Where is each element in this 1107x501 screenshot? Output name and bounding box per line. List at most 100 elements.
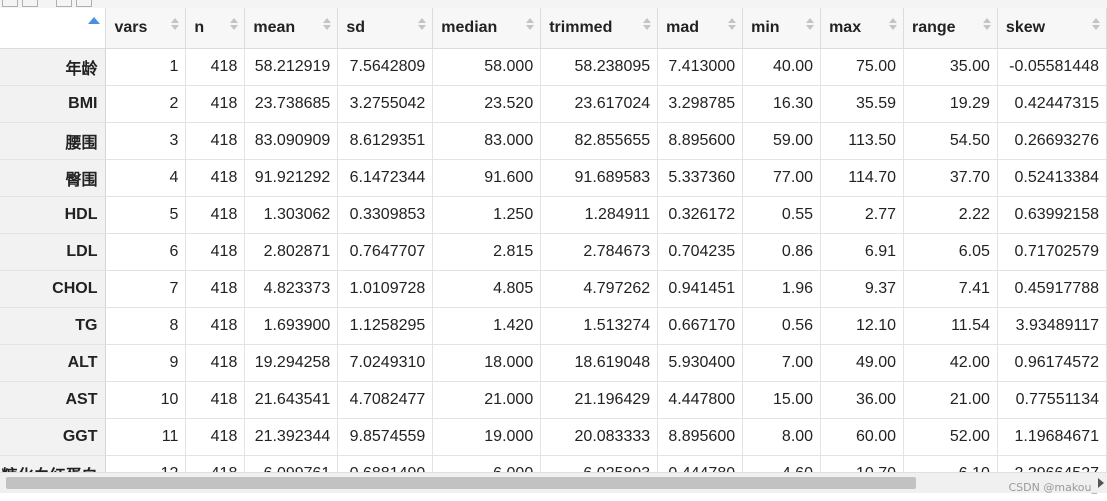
column-header-median[interactable]: median (432, 8, 542, 49)
sort-updown-icon[interactable] (171, 16, 180, 36)
cell-vars: 12 (105, 455, 187, 472)
column-header-range[interactable]: range (903, 8, 998, 49)
column-header-min[interactable]: min (742, 8, 822, 49)
sort-updown-icon[interactable] (526, 16, 535, 36)
cell-n: 418 (185, 344, 246, 382)
cell-mad: 5.930400 (657, 344, 744, 382)
column-header-mean[interactable]: mean (244, 8, 339, 49)
cell-trimmed: 82.855655 (540, 122, 659, 160)
sort-updown-icon[interactable] (643, 16, 652, 36)
cell-n: 418 (185, 85, 246, 123)
cell-sd: 4.7082477 (337, 381, 434, 419)
corner-header[interactable] (0, 8, 107, 49)
cell-mean: 23.738685 (244, 85, 339, 123)
cell-vars: 1 (105, 48, 187, 86)
cell-n: 418 (185, 455, 246, 472)
cell-skew: 0.63992158 (997, 196, 1107, 234)
cell-trimmed: 91.689583 (540, 159, 659, 197)
cell-n: 418 (185, 233, 246, 271)
cell-median: 4.805 (432, 270, 542, 308)
toolbar-icon-4[interactable] (76, 0, 92, 7)
cell-range: 21.00 (903, 381, 998, 419)
chevron-right-icon[interactable] (1098, 478, 1104, 488)
sort-updown-icon[interactable] (728, 16, 737, 36)
cell-trimmed: 20.083333 (540, 418, 659, 456)
table-row: 腰围 3 418 83.090909 8.6129351 83.000 82.855655 8… (0, 122, 1107, 160)
toolbar-icon-3[interactable] (56, 0, 72, 7)
cell-median: 83.000 (432, 122, 542, 160)
cell-trimmed: 6.025893 (540, 455, 659, 472)
column-header-label: mad (666, 19, 700, 36)
sort-updown-icon[interactable] (230, 16, 239, 36)
cell-mad: 7.413000 (657, 48, 744, 86)
column-header-vars[interactable]: vars (105, 8, 187, 49)
cell-median: 91.600 (432, 159, 542, 197)
horizontal-scrollbar[interactable] (0, 472, 1107, 493)
cell-range: 11.54 (903, 307, 998, 345)
column-header-max[interactable]: max (820, 8, 904, 49)
cell-max: 36.00 (820, 381, 904, 419)
cell-skew: 0.52413384 (997, 159, 1107, 197)
column-header-trimmed[interactable]: trimmed (540, 8, 659, 49)
sort-updown-icon[interactable] (418, 16, 427, 36)
cell-median: 6.000 (432, 455, 542, 472)
cell-sd: 7.0249310 (337, 344, 434, 382)
cell-vars: 8 (105, 307, 187, 345)
cell-vars: 2 (105, 85, 187, 123)
toolbar-icon-1[interactable] (2, 0, 18, 7)
cell-range: 6.05 (903, 233, 998, 271)
table-row: 年龄 1 418 58.212919 7.5642809 58.000 58.238095 7… (0, 48, 1107, 86)
column-header-label: mean (253, 19, 296, 36)
column-header-mad[interactable]: mad (657, 8, 744, 49)
cell-n: 418 (185, 48, 246, 86)
row-name: TG (0, 307, 107, 345)
cell-range: 35.00 (903, 48, 998, 86)
column-header-n[interactable]: n (185, 8, 246, 49)
cell-vars: 9 (105, 344, 187, 382)
cell-median: 58.000 (432, 48, 542, 86)
toolbar-icon-2[interactable] (22, 0, 38, 7)
cell-mean: 6.099761 (244, 455, 339, 472)
table-row: AST 10 418 21.643541 4.7082477 21.000 21.19642… (0, 381, 1107, 419)
cell-mean: 58.212919 (244, 48, 339, 86)
row-name: GGT (0, 418, 107, 456)
cell-skew: 0.71702579 (997, 233, 1107, 271)
cell-max: 35.59 (820, 85, 904, 123)
cell-vars: 6 (105, 233, 187, 271)
sort-updown-icon[interactable] (1092, 16, 1100, 36)
cell-skew: 3.93489117 (997, 307, 1107, 345)
cell-n: 418 (185, 307, 246, 345)
sort-updown-icon[interactable] (982, 16, 991, 36)
cell-sd: 1.0109728 (337, 270, 434, 308)
column-header-label: range (912, 19, 956, 36)
column-header-sd[interactable]: sd (337, 8, 434, 49)
sort-ascending-icon[interactable] (88, 17, 100, 24)
cell-skew: 0.45917788 (997, 270, 1107, 308)
cell-min: 8.00 (742, 418, 822, 456)
cell-min: 0.86 (742, 233, 822, 271)
cell-range: 42.00 (903, 344, 998, 382)
cell-trimmed: 1.284911 (540, 196, 659, 234)
cell-min: 4.60 (742, 455, 822, 472)
sort-updown-icon[interactable] (323, 16, 332, 36)
cell-min: 77.00 (742, 159, 822, 197)
scrollbar-thumb[interactable] (6, 477, 916, 489)
cell-mean: 4.823373 (244, 270, 339, 308)
column-header-label: trimmed (549, 19, 613, 36)
cell-skew: -0.05581448 (997, 48, 1107, 86)
row-name: CHOL (0, 270, 107, 308)
cell-skew: 1.19684671 (997, 418, 1107, 456)
cell-min: 16.30 (742, 85, 822, 123)
cell-sd: 0.7647707 (337, 233, 434, 271)
cell-sd: 7.5642809 (337, 48, 434, 86)
cell-max: 49.00 (820, 344, 904, 382)
cell-median: 23.520 (432, 85, 542, 123)
sort-updown-icon[interactable] (889, 16, 897, 36)
cell-vars: 7 (105, 270, 187, 308)
sort-updown-icon[interactable] (806, 16, 815, 36)
cell-trimmed: 4.797262 (540, 270, 659, 308)
row-name: 臀围 (0, 159, 107, 197)
table-scroll-area[interactable]: vars n mean sd median trimmed mad min max range sk… (0, 8, 1107, 472)
column-header-skew[interactable]: skew (997, 8, 1107, 49)
cell-mad: 0.704235 (657, 233, 744, 271)
